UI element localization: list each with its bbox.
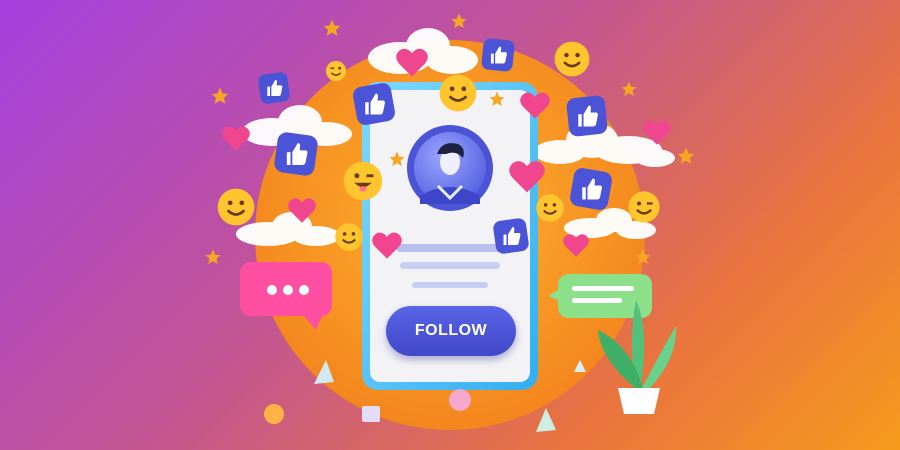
social-media-artwork xyxy=(236,28,677,432)
like-icon xyxy=(258,72,290,104)
heart-icon xyxy=(643,120,671,145)
like-icon xyxy=(493,218,529,254)
heart-icon xyxy=(288,198,316,223)
heart-icon xyxy=(520,92,550,119)
user-avatar-icon xyxy=(407,125,493,211)
ball-icon xyxy=(449,389,471,411)
like-icon xyxy=(481,38,515,72)
star-icon xyxy=(211,87,229,104)
pyramid-icon xyxy=(536,408,556,432)
wink-icon xyxy=(628,191,660,223)
ball-icon xyxy=(264,404,284,424)
star-icon xyxy=(621,81,637,97)
star-icon xyxy=(677,147,695,164)
profile-name-line xyxy=(396,244,500,252)
star-icon xyxy=(635,249,651,265)
tongue-smiley-icon xyxy=(343,161,383,201)
heart-icon xyxy=(509,161,545,193)
smiley-icon xyxy=(439,74,477,112)
heart-icon xyxy=(563,234,589,257)
cube-icon xyxy=(362,406,380,422)
like-icon xyxy=(353,83,395,125)
star-icon xyxy=(489,91,505,107)
smiley-icon xyxy=(554,41,590,77)
illustration-scene: FOLLOW xyxy=(0,0,900,450)
heart-icon xyxy=(372,232,402,259)
like-icon xyxy=(274,132,318,176)
follow-button[interactable]: FOLLOW xyxy=(386,306,516,356)
like-icon xyxy=(570,168,612,210)
like-icon xyxy=(566,95,608,137)
heart-icon xyxy=(396,48,428,77)
smiley-icon xyxy=(217,188,255,226)
profile-meta-line xyxy=(412,282,488,288)
star-icon xyxy=(205,249,221,265)
smiley-icon xyxy=(536,194,564,222)
star-icon xyxy=(451,13,467,29)
profile-bio-line xyxy=(400,262,500,269)
star-icon xyxy=(389,151,405,167)
wink-icon xyxy=(325,60,347,82)
star-icon xyxy=(323,19,341,36)
smiley-icon xyxy=(335,223,363,251)
heart-icon xyxy=(222,126,250,151)
